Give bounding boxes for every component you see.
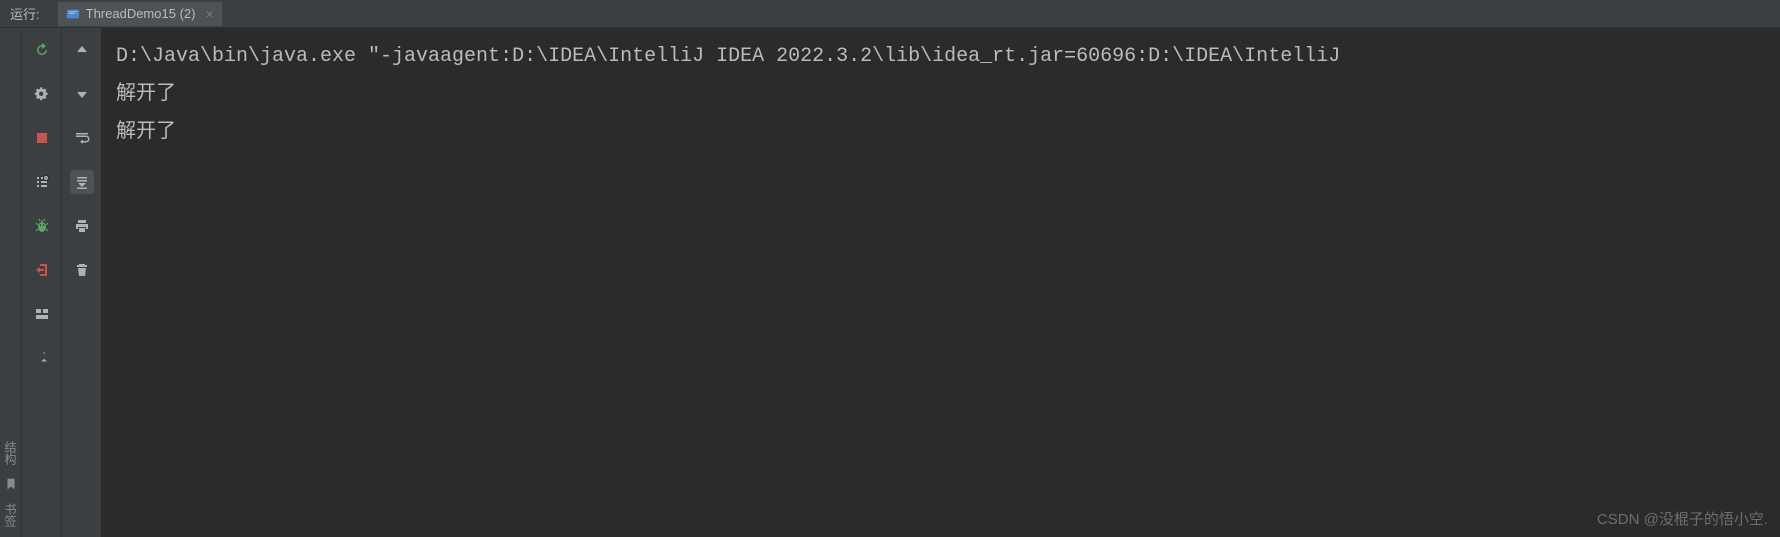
console-actions-gutter (62, 28, 102, 537)
debug-button[interactable] (30, 214, 54, 238)
exit-button[interactable] (30, 258, 54, 282)
clear-button[interactable] (70, 258, 94, 282)
tab-title: ThreadDemo15 (2) (86, 6, 196, 21)
pin-button[interactable] (30, 346, 54, 370)
close-icon[interactable]: × (205, 6, 213, 22)
soft-wrap-button[interactable] (70, 126, 94, 150)
run-tab[interactable]: ThreadDemo15 (2) × (58, 2, 222, 26)
console-line: 解开了 (116, 83, 176, 106)
run-actions-gutter (22, 28, 62, 537)
bookmarks-tool[interactable]: 书签 (2, 503, 19, 527)
scroll-down-button[interactable] (70, 82, 94, 106)
print-button[interactable] (70, 214, 94, 238)
run-label: 运行: (10, 4, 40, 23)
left-tool-strip: 结构 书签 (0, 28, 22, 537)
stop-button[interactable] (30, 126, 54, 150)
watermark: CSDN @没棍子的悟小空. (1597, 508, 1768, 529)
dump-threads-button[interactable] (30, 170, 54, 194)
main-area: 结构 书签 (0, 28, 1780, 537)
rerun-button[interactable] (30, 38, 54, 62)
scroll-to-end-button[interactable] (70, 170, 94, 194)
console-output[interactable]: D:\Java\bin\java.exe "-javaagent:D:\IDEA… (102, 28, 1780, 537)
bookmark-icon[interactable] (4, 477, 18, 491)
console-line: D:\Java\bin\java.exe "-javaagent:D:\IDEA… (116, 45, 1340, 68)
run-config-icon (66, 7, 80, 21)
scroll-up-button[interactable] (70, 38, 94, 62)
console-line: 解开了 (116, 121, 176, 144)
run-header: 运行: ThreadDemo15 (2) × (0, 0, 1780, 28)
structure-tool[interactable]: 结构 (2, 441, 19, 465)
layout-button[interactable] (30, 302, 54, 326)
settings-button[interactable] (30, 82, 54, 106)
